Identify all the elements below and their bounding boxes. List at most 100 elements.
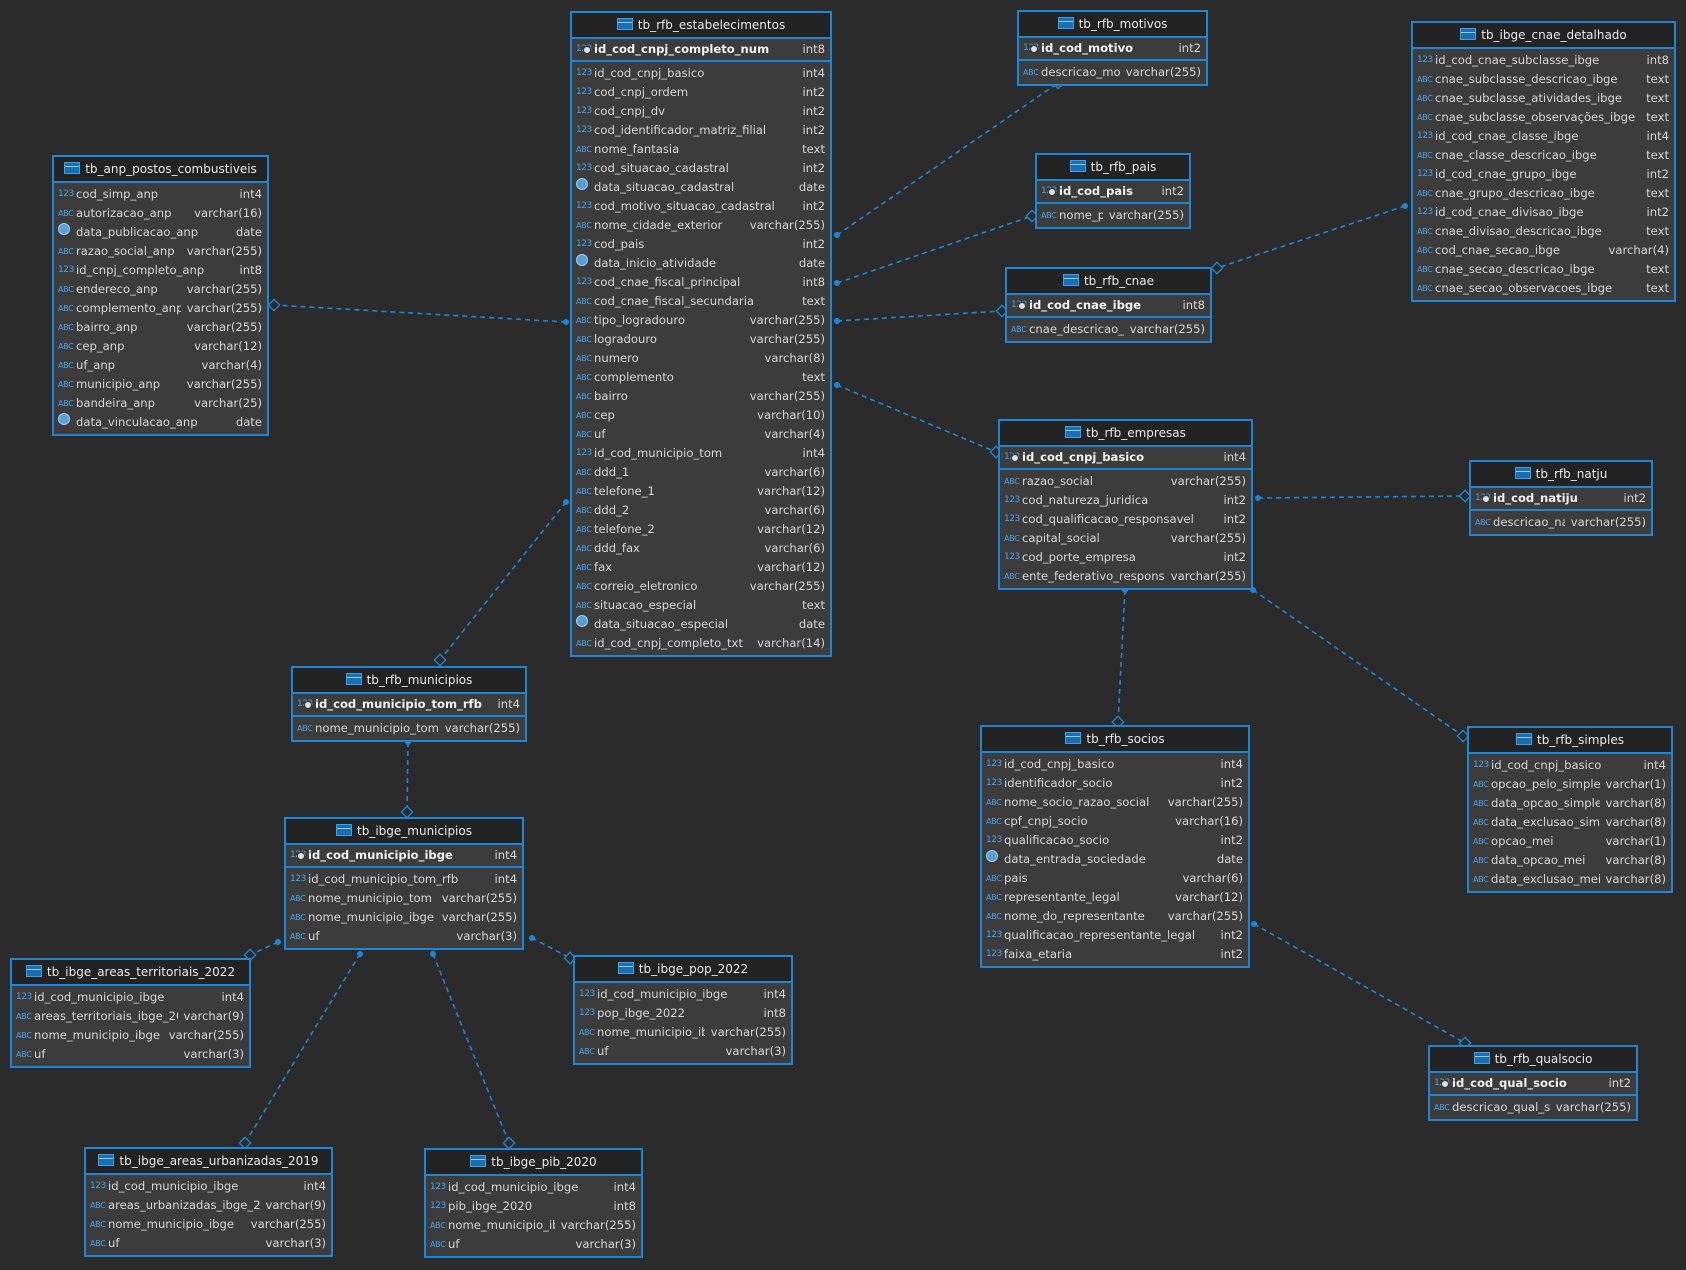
- column-row[interactable]: cpf_cnpj_socio varchar(16): [982, 812, 1248, 831]
- column-row[interactable]: telefone_1 varchar(12): [572, 482, 830, 501]
- column-row[interactable]: logradouro varchar(255): [572, 330, 830, 349]
- column-row[interactable]: bandeira_anp varchar(25): [54, 394, 267, 413]
- column-row[interactable]: data_exclusao_simples varchar(8): [1469, 813, 1671, 832]
- column-row[interactable]: id_cod_municipio_tom int4: [572, 444, 830, 463]
- table-header[interactable]: tb_rfb_qualsocio: [1430, 1047, 1636, 1073]
- table-header[interactable]: tb_ibge_municipios: [286, 819, 522, 845]
- column-row[interactable]: faixa_etaria int2: [982, 945, 1248, 964]
- column-row[interactable]: nome_municipio_ibge varchar(255): [286, 908, 522, 927]
- column-row[interactable]: id_cod_cnae_divisao_ibge int2: [1413, 203, 1674, 222]
- column-row[interactable]: id_cod_cnae_subclasse_ibge int8: [1413, 51, 1674, 70]
- column-row[interactable]: cod_cnae_fiscal_principal int8: [572, 273, 830, 292]
- column-row[interactable]: autorizacao_anp varchar(16): [54, 204, 267, 223]
- column-row[interactable]: data_opcao_simples varchar(8): [1469, 794, 1671, 813]
- column-row[interactable]: uf varchar(3): [286, 927, 522, 946]
- column-row[interactable]: razao_social_anp varchar(255): [54, 242, 267, 261]
- column-row[interactable]: nome_socio_razao_social varchar(255): [982, 793, 1248, 812]
- column-row[interactable]: cod_motivo_situacao_cadastral int2: [572, 197, 830, 216]
- column-row[interactable]: bairro varchar(255): [572, 387, 830, 406]
- table-tb-ibge-areas-urbanizadas-2019[interactable]: tb_ibge_areas_urbanizadas_2019 id_cod_mun…: [84, 1147, 333, 1257]
- column-row[interactable]: nome_municipio_ibge varchar(255): [575, 1023, 791, 1042]
- column-row[interactable]: nome_municipio_ibge varchar(255): [12, 1026, 249, 1045]
- column-row[interactable]: cep_anp varchar(12): [54, 337, 267, 356]
- column-row[interactable]: descricao_motivo varchar(255): [1019, 63, 1206, 82]
- column-row[interactable]: id_cod_municipio_ibge int4: [86, 1177, 331, 1196]
- table-header[interactable]: tb_ibge_areas_urbanizadas_2019: [86, 1149, 331, 1175]
- column-row[interactable]: nome_municipio_tom_rfb varchar(255): [293, 719, 525, 738]
- column-row[interactable]: cod_situacao_cadastral int2: [572, 159, 830, 178]
- column-row[interactable]: cod_cnae_secao_ibge varchar(4): [1413, 241, 1674, 260]
- table-header[interactable]: tb_rfb_pais: [1037, 155, 1189, 181]
- column-row[interactable]: data_opcao_mei varchar(8): [1469, 851, 1671, 870]
- column-row[interactable]: uf_anp varchar(4): [54, 356, 267, 375]
- column-row[interactable]: identificador_socio int2: [982, 774, 1248, 793]
- table-tb-rfb-cnae[interactable]: tb_rfb_cnae id_cod_cnae_ibge int8 cnae_desc…: [1005, 267, 1212, 343]
- table-header[interactable]: tb_rfb_municipios: [293, 668, 525, 694]
- column-row[interactable]: nome_municipio_tom varchar(255): [286, 889, 522, 908]
- column-row[interactable]: correio_eletronico varchar(255): [572, 577, 830, 596]
- column-row[interactable]: descricao_qual_socio varchar(255): [1430, 1098, 1636, 1117]
- column-row[interactable]: data_publicacao_anp date: [54, 223, 267, 242]
- column-row[interactable]: bairro_anp varchar(255): [54, 318, 267, 337]
- column-row[interactable]: cnae_descricao_ibge varchar(255): [1007, 320, 1210, 339]
- column-row[interactable]: id_cod_cnpj_basico int4: [1469, 756, 1671, 775]
- column-row[interactable]: cod_simp_anp int4: [54, 185, 267, 204]
- table-header[interactable]: tb_ibge_areas_territoriais_2022: [12, 960, 249, 986]
- primary-key-column[interactable]: id_cod_municipio_ibge int4: [286, 846, 522, 865]
- column-row[interactable]: complemento text: [572, 368, 830, 387]
- table-tb-ibge-pop-2022[interactable]: tb_ibge_pop_2022id_cod_municipio_ibgeint…: [573, 955, 793, 1065]
- column-row[interactable]: opcao_pelo_simples varchar(1): [1469, 775, 1671, 794]
- table-tb-anp-postos-combustiveis[interactable]: tb_anp_postos_combustiveiscod_simp_anpin…: [52, 155, 269, 436]
- table-header[interactable]: tb_rfb_cnae: [1007, 269, 1210, 295]
- column-row[interactable]: complemento_anp varchar(255): [54, 299, 267, 318]
- column-row[interactable]: telefone_2 varchar(12): [572, 520, 830, 539]
- column-row[interactable]: cod_pais int2: [572, 235, 830, 254]
- column-row[interactable]: data_situacao_especial date: [572, 615, 830, 634]
- column-row[interactable]: numero varchar(8): [572, 349, 830, 368]
- table-header[interactable]: tb_rfb_motivos: [1019, 12, 1206, 38]
- column-row[interactable]: cod_cnae_fiscal_secundaria text: [572, 292, 830, 311]
- primary-key-column[interactable]: id_cod_motivo int2: [1019, 39, 1206, 58]
- column-row[interactable]: cnae_subclasse_atividades_ibge text: [1413, 89, 1674, 108]
- column-row[interactable]: cod_cnpj_ordem int2: [572, 83, 830, 102]
- table-header[interactable]: tb_rfb_simples: [1469, 728, 1671, 754]
- table-tb-ibge-areas-territoriais-2022[interactable]: tb_ibge_areas_territoriais_2022 id_cod_mu…: [10, 958, 251, 1068]
- column-row[interactable]: nome_municipio_ibge varchar(255): [86, 1215, 331, 1234]
- column-row[interactable]: cnae_secao_observacoes_ibge text: [1413, 279, 1674, 298]
- table-header[interactable]: tb_ibge_pib_2020: [426, 1150, 641, 1176]
- column-row[interactable]: uf varchar(3): [575, 1042, 791, 1061]
- column-row[interactable]: cod_natureza_juridica int2: [1000, 491, 1251, 510]
- column-row[interactable]: data_situacao_cadastral date: [572, 178, 830, 197]
- column-row[interactable]: areas_urbanizadas_ibge_2019 varchar(9): [86, 1196, 331, 1215]
- column-row[interactable]: nome_cidade_exterior varchar(255): [572, 216, 830, 235]
- column-row[interactable]: endereco_anp varchar(255): [54, 280, 267, 299]
- column-row[interactable]: uf varchar(3): [86, 1234, 331, 1253]
- column-row[interactable]: ddd_1 varchar(6): [572, 463, 830, 482]
- table-header[interactable]: tb_rfb_estabelecimentos: [572, 13, 830, 39]
- column-row[interactable]: data_exclusao_mei varchar(8): [1469, 870, 1671, 889]
- column-row[interactable]: pib_ibge_2020 int8: [426, 1197, 641, 1216]
- column-row[interactable]: qualificacao_representante_legal int2: [982, 926, 1248, 945]
- column-row[interactable]: situacao_especial text: [572, 596, 830, 615]
- column-row[interactable]: cod_qualificacao_responsavel int2: [1000, 510, 1251, 529]
- column-row[interactable]: cnae_subclasse_observações_ibge text: [1413, 108, 1674, 127]
- table-tb-ibge-pib-2020[interactable]: tb_ibge_pib_2020id_cod_municipio_ibgeint…: [424, 1148, 643, 1258]
- table-tb-rfb-natju[interactable]: tb_rfb_natju id_cod_natiju int2 descricao_n…: [1469, 460, 1653, 536]
- primary-key-column[interactable]: id_cod_natiju int2: [1471, 489, 1651, 508]
- primary-key-column[interactable]: id_cod_municipio_tom_rfb int4: [293, 695, 525, 714]
- table-header[interactable]: tb_ibge_pop_2022: [575, 957, 791, 983]
- table-header[interactable]: tb_rfb_natju: [1471, 462, 1651, 488]
- column-row[interactable]: pop_ibge_2022 int8: [575, 1004, 791, 1023]
- column-row[interactable]: data_vinculacao_anp date: [54, 413, 267, 432]
- column-row[interactable]: areas_territoriais_ibge_2022 varchar(9): [12, 1007, 249, 1026]
- column-row[interactable]: cod_identificador_matriz_filial int2: [572, 121, 830, 140]
- column-row[interactable]: cod_porte_empresa int2: [1000, 548, 1251, 567]
- column-row[interactable]: descricao_natiju varchar(255): [1471, 513, 1651, 532]
- primary-key-column[interactable]: id_cod_cnpj_completo_num int8: [572, 40, 830, 59]
- column-row[interactable]: nome_pais varchar(255): [1037, 206, 1189, 225]
- table-tb-rfb-pais[interactable]: tb_rfb_pais id_cod_pais int2 nome_pais varch…: [1035, 153, 1191, 229]
- column-row[interactable]: id_cod_cnae_grupo_ibge int2: [1413, 165, 1674, 184]
- table-tb-ibge-cnae-detalhado[interactable]: tb_ibge_cnae_detalhado id_cod_cnae_subcla…: [1411, 21, 1676, 302]
- column-row[interactable]: ente_federativo_responsavel varchar(255): [1000, 567, 1251, 586]
- column-row[interactable]: cnae_classe_descricao_ibge text: [1413, 146, 1674, 165]
